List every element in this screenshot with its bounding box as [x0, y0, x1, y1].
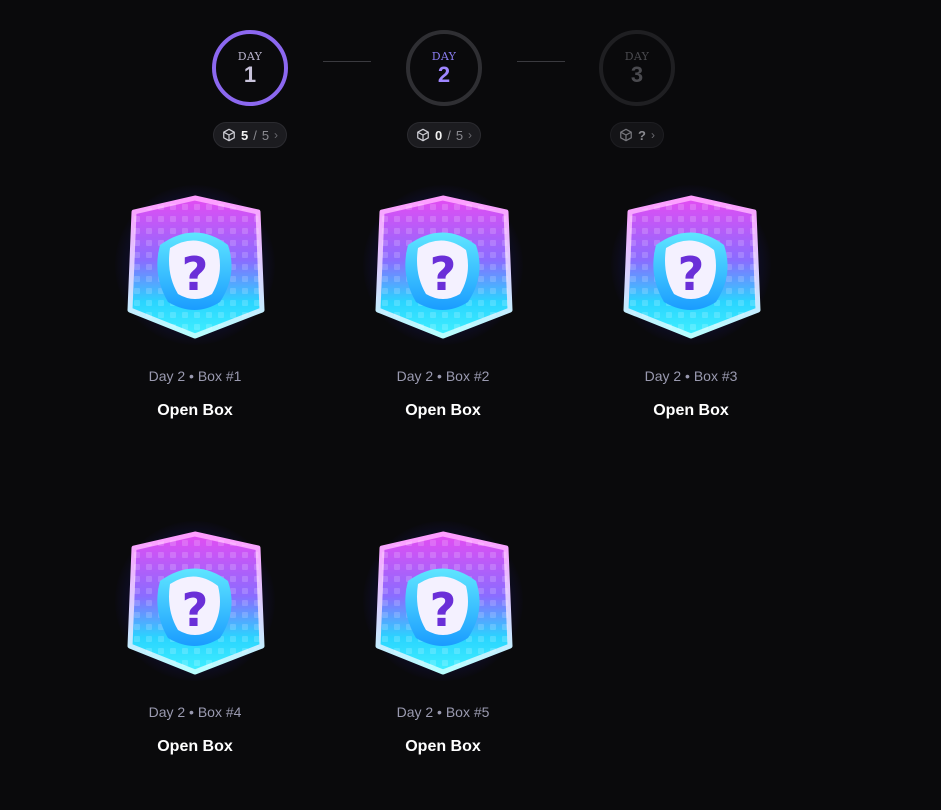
opened-count: ?: [638, 127, 646, 143]
opened-count: 5: [240, 127, 249, 143]
day-connector-1: [323, 61, 371, 62]
separator: /: [447, 127, 451, 143]
mystery-box-icon[interactable]: ?: [358, 516, 528, 686]
day-connector-2: [517, 61, 565, 62]
day-number: 3: [630, 61, 644, 87]
cube-icon: [620, 128, 632, 142]
open-box-button[interactable]: Open Box: [157, 402, 233, 420]
mystery-box-graphic: ?: [375, 531, 513, 675]
svg-text:?: ?: [430, 247, 457, 301]
box-caption: Day 2 • Box #1: [148, 368, 242, 384]
cube-icon: [223, 128, 235, 142]
day-step-1[interactable]: DAY 1 5 / 5 ›: [210, 30, 290, 148]
day-circle-1[interactable]: DAY 1: [212, 30, 288, 106]
cube-icon: [417, 128, 429, 142]
svg-text:?: ?: [430, 583, 457, 637]
chevron-right-icon: ›: [274, 128, 279, 142]
svg-text:?: ?: [182, 583, 209, 637]
open-box-button[interactable]: Open Box: [405, 738, 481, 756]
day-3-box-progress-pill[interactable]: ? ›: [610, 122, 664, 148]
box-caption: Day 2 • Box #5: [396, 704, 490, 720]
mystery-box-graphic: ?: [127, 531, 265, 675]
opened-count: 0: [434, 127, 443, 143]
mystery-box-graphic: ?: [623, 195, 761, 339]
mystery-box-page: DAY 1 5 / 5 › DAY 2 0 / 5 › DAY 3 ? › ? …: [0, 0, 941, 810]
box-caption: Day 2 • Box #4: [148, 704, 242, 720]
mystery-box-icon[interactable]: ?: [606, 180, 776, 350]
mystery-box-card[interactable]: ? Day 2 • Box #2 Open Box: [348, 180, 538, 420]
day-label: DAY: [624, 49, 650, 63]
open-box-button[interactable]: Open Box: [653, 402, 729, 420]
mystery-box-graphic: ?: [375, 195, 513, 339]
svg-text:?: ?: [182, 247, 209, 301]
chevron-right-icon: ›: [468, 128, 473, 142]
day-2-box-progress-pill[interactable]: 0 / 5 ›: [406, 122, 482, 148]
day-label: DAY: [431, 49, 457, 63]
day-step-3[interactable]: DAY 3 ? ›: [597, 30, 677, 148]
total-count: 5: [261, 127, 270, 143]
day-1-box-progress-pill[interactable]: 5 / 5 ›: [212, 122, 288, 148]
day-label: DAY: [237, 49, 263, 63]
day-number: 1: [243, 61, 257, 87]
day-circle-3[interactable]: DAY 3: [599, 30, 675, 106]
box-caption: Day 2 • Box #2: [396, 368, 490, 384]
mystery-box-icon[interactable]: ?: [358, 180, 528, 350]
day-number: 2: [437, 61, 451, 87]
separator: /: [253, 127, 257, 143]
mystery-box-card[interactable]: ? Day 2 • Box #5 Open Box: [348, 516, 538, 756]
mystery-box-icon[interactable]: ?: [110, 180, 280, 350]
day-circle-2[interactable]: DAY 2: [406, 30, 482, 106]
mystery-box-card[interactable]: ? Day 2 • Box #1 Open Box: [100, 180, 290, 420]
open-box-button[interactable]: Open Box: [157, 738, 233, 756]
mystery-box-card[interactable]: ? Day 2 • Box #4 Open Box: [100, 516, 290, 756]
mystery-box-graphic: ?: [127, 195, 265, 339]
mystery-box-icon[interactable]: ?: [110, 516, 280, 686]
open-box-button[interactable]: Open Box: [405, 402, 481, 420]
day-step-2[interactable]: DAY 2 0 / 5 ›: [404, 30, 484, 148]
chevron-right-icon: ›: [650, 128, 655, 142]
total-count: 5: [455, 127, 464, 143]
box-caption: Day 2 • Box #3: [644, 368, 738, 384]
svg-text:?: ?: [678, 247, 705, 301]
mystery-box-card[interactable]: ? Day 2 • Box #3 Open Box: [596, 180, 786, 420]
